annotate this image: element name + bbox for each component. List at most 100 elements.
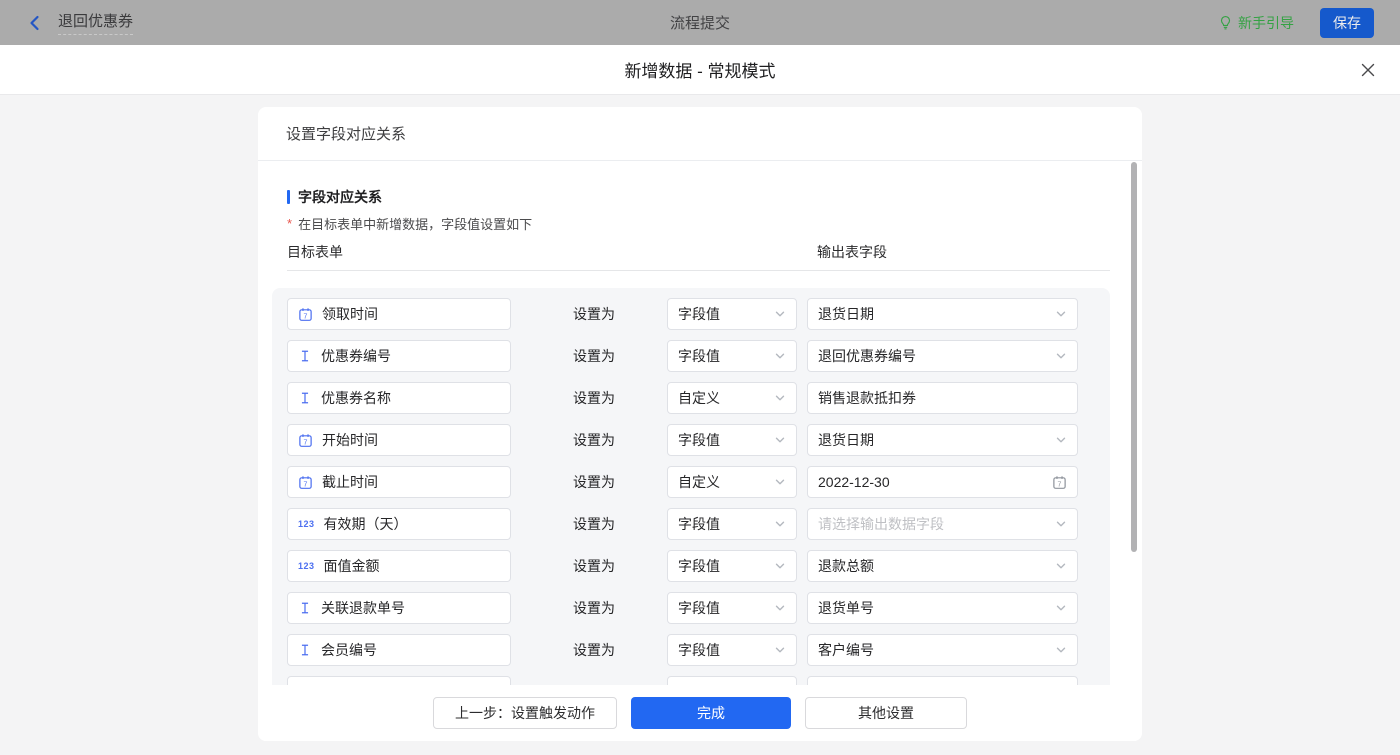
- text-icon: [298, 391, 312, 405]
- text-icon: [298, 601, 312, 615]
- target-field-box[interactable]: [287, 676, 511, 685]
- output-field-box[interactable]: [807, 676, 1078, 685]
- value-type-selected: 字段值: [678, 556, 720, 576]
- section-accent-bar: [287, 190, 290, 204]
- target-field-box[interactable]: 优惠券名称: [287, 382, 511, 414]
- calendar-icon: 7: [298, 307, 313, 322]
- back-icon[interactable]: [26, 14, 44, 32]
- target-field-box[interactable]: 7 截止时间: [287, 466, 511, 498]
- calendar-icon: 7: [298, 475, 313, 490]
- chevron-down-icon: [774, 476, 786, 488]
- output-field-select[interactable]: 客户编号: [807, 634, 1078, 666]
- output-field-select[interactable]: 退款总额: [807, 550, 1078, 582]
- field-mapping-rows-panel: 7领取时间设置为字段值退货日期优惠券编号设置为字段值退回优惠券编号优惠券名称设置…: [272, 288, 1110, 685]
- set-as-label: 设置为: [573, 592, 615, 624]
- target-field-box[interactable]: 关联退款单号: [287, 592, 511, 624]
- output-field-select[interactable]: 退回优惠券编号: [807, 340, 1078, 372]
- output-field-select[interactable]: 退货日期: [807, 424, 1078, 456]
- value-type-select[interactable]: 字段值: [667, 298, 797, 330]
- svg-text:7: 7: [1058, 481, 1062, 488]
- value-type-selected: 自定义: [678, 388, 720, 408]
- custom-date-input[interactable]: 2022-12-30 7: [807, 466, 1078, 498]
- output-field-select[interactable]: 退货日期: [807, 298, 1078, 330]
- chevron-down-icon: [774, 560, 786, 572]
- section-title-label: 字段对应关系: [298, 187, 382, 207]
- svg-text:7: 7: [304, 313, 308, 320]
- calendar-icon: 7: [298, 433, 313, 448]
- svg-text:7: 7: [304, 481, 308, 488]
- set-as-label: 设置为: [573, 298, 615, 330]
- target-field-label: 优惠券编号: [321, 346, 391, 366]
- value-type-select[interactable]: 字段值: [667, 634, 797, 666]
- value-type-select[interactable]: 字段值: [667, 592, 797, 624]
- value-type-select[interactable]: 自定义: [667, 382, 797, 414]
- target-field-label: 优惠券名称: [321, 388, 391, 408]
- target-field-box[interactable]: 7 开始时间: [287, 424, 511, 456]
- value-type-select[interactable]: 字段值: [667, 424, 797, 456]
- field-mapping-row: 123 有效期（天） 设置为 字段值 请选择输出数据字段: [272, 508, 1110, 540]
- text-icon: [298, 349, 312, 363]
- field-mapping-card: 设置字段对应关系 字段对应关系 * 在目标表单中新增数据，字段值设置如下 目标表…: [258, 107, 1142, 741]
- output-field-value: 退回优惠券编号: [818, 346, 916, 366]
- target-field-box[interactable]: 123面值金额: [287, 550, 511, 582]
- output-field-value: 销售退款抵扣券: [818, 388, 916, 408]
- save-button[interactable]: 保存: [1320, 8, 1374, 38]
- target-field-box[interactable]: 优惠券编号: [287, 340, 511, 372]
- value-type-select[interactable]: [667, 676, 797, 685]
- svg-text:7: 7: [304, 439, 308, 446]
- target-field-label: 截止时间: [322, 472, 378, 492]
- value-type-select[interactable]: 自定义: [667, 466, 797, 498]
- mapping-note: * 在目标表单中新增数据，字段值设置如下: [287, 214, 1142, 233]
- chevron-down-icon: [774, 602, 786, 614]
- text-icon: [298, 643, 312, 657]
- target-field-label: 关联退款单号: [321, 598, 405, 618]
- number-icon: 123: [298, 561, 315, 571]
- output-field-select[interactable]: 退货单号: [807, 592, 1078, 624]
- output-field-value: 退货日期: [818, 304, 874, 324]
- value-type-selected: 字段值: [678, 514, 720, 534]
- set-as-label: 设置为: [573, 424, 615, 456]
- modal-body: 设置字段对应关系 字段对应关系 * 在目标表单中新增数据，字段值设置如下 目标表…: [0, 95, 1400, 755]
- set-as-label: 设置为: [573, 508, 615, 540]
- output-field-value: 2022-12-30: [818, 474, 890, 490]
- target-field-box[interactable]: 7 领取时间: [287, 298, 511, 330]
- target-field-label: 有效期（天）: [324, 514, 408, 534]
- column-header-output-fields: 输出表字段: [817, 242, 887, 262]
- value-type-select[interactable]: 字段值: [667, 340, 797, 372]
- number-icon: 123: [298, 519, 315, 529]
- card-body: 字段对应关系 * 在目标表单中新增数据，字段值设置如下 目标表单 输出表字段 7…: [258, 161, 1142, 685]
- field-mapping-row: 优惠券名称设置为自定义销售退款抵扣券: [272, 382, 1110, 414]
- other-settings-button[interactable]: 其他设置: [805, 697, 967, 729]
- chevron-down-icon: [774, 350, 786, 362]
- value-type-selected: 字段值: [678, 598, 720, 618]
- target-field-box[interactable]: 会员编号: [287, 634, 511, 666]
- output-field-select[interactable]: 请选择输出数据字段: [807, 508, 1078, 540]
- custom-value-input[interactable]: 销售退款抵扣券: [807, 382, 1078, 414]
- field-mapping-row: 7 开始时间 设置为 字段值 退货日期: [272, 424, 1110, 456]
- value-type-select[interactable]: 字段值: [667, 550, 797, 582]
- previous-step-button[interactable]: 上一步：设置触发动作: [433, 697, 617, 729]
- beginner-guide-link[interactable]: 新手引导: [1218, 13, 1294, 33]
- close-icon[interactable]: [1360, 62, 1376, 78]
- done-button[interactable]: 完成: [631, 697, 791, 729]
- set-as-label: 设置为: [573, 340, 615, 372]
- chevron-down-icon: [1055, 560, 1067, 572]
- beginner-guide-label: 新手引导: [1238, 13, 1294, 33]
- set-as-label: 设置为: [573, 466, 615, 498]
- flow-name[interactable]: 退回优惠券: [58, 10, 133, 35]
- value-type-selected: 字段值: [678, 346, 720, 366]
- output-field-value: 退货单号: [818, 598, 874, 618]
- column-headers: 目标表单 输出表字段: [287, 242, 1110, 264]
- value-type-select[interactable]: 字段值: [667, 508, 797, 540]
- vertical-scrollbar-thumb[interactable]: [1131, 162, 1137, 552]
- value-type-selected: 字段值: [678, 430, 720, 450]
- top-bar: 退回优惠券 流程提交 新手引导 保存: [0, 0, 1400, 45]
- output-field-value: 客户编号: [818, 640, 874, 660]
- target-field-label: 领取时间: [322, 304, 378, 324]
- chevron-down-icon: [1055, 518, 1067, 530]
- target-field-box[interactable]: 123 有效期（天）: [287, 508, 511, 540]
- chevron-down-icon: [1055, 434, 1067, 446]
- chevron-down-icon: [1055, 308, 1067, 320]
- lightbulb-icon: [1218, 15, 1233, 30]
- target-field-label: 开始时间: [322, 430, 378, 450]
